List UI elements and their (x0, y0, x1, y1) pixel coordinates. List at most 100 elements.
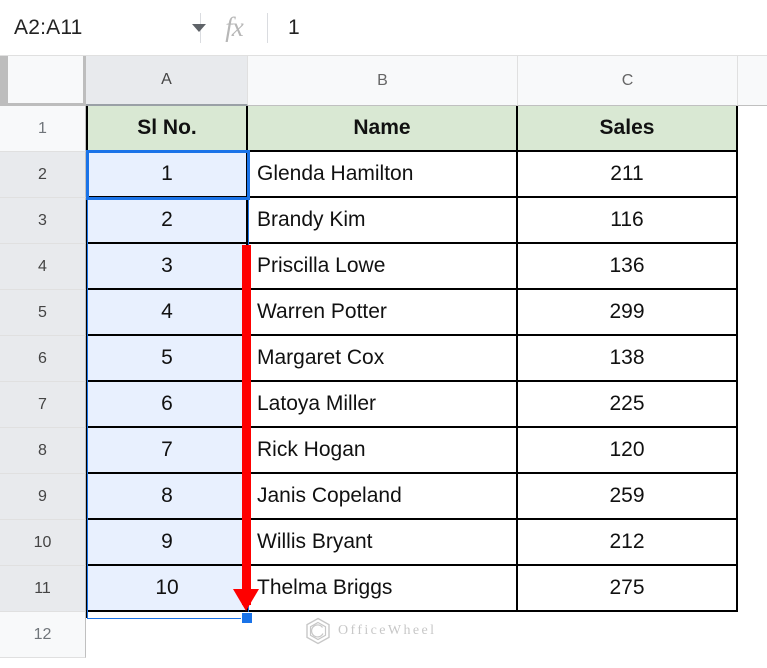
cell-c11-text: 275 (609, 576, 644, 600)
cell-a11[interactable]: 10 (88, 566, 248, 612)
column-header-c[interactable]: C (518, 56, 738, 106)
cell-a5[interactable]: 4 (88, 290, 248, 336)
cell-b6[interactable]: Margaret Cox (248, 336, 518, 382)
fill-handle[interactable] (241, 612, 253, 624)
row-header-4[interactable]: 4 (0, 244, 86, 290)
row-header-4-label: 4 (38, 258, 47, 276)
cell-c11[interactable]: 275 (518, 566, 738, 612)
cell-b5[interactable]: Warren Potter (248, 290, 518, 336)
cell-c2-text: 211 (610, 162, 643, 186)
row-header-12[interactable]: 12 (0, 612, 86, 658)
cell-a4-text: 3 (161, 254, 173, 278)
cell-b11[interactable]: Thelma Briggs (248, 566, 518, 612)
row-header-6[interactable]: 6 (0, 336, 86, 382)
cell-b2-text: Glenda Hamilton (257, 162, 413, 186)
row-header-5[interactable]: 5 (0, 290, 86, 336)
cell-a1[interactable]: Sl No. (88, 106, 248, 152)
row-header-9-label: 9 (38, 488, 47, 506)
cell-c6-text: 138 (609, 346, 644, 370)
cell-b9[interactable]: Janis Copeland (248, 474, 518, 520)
cell-a3[interactable]: 2 (88, 198, 248, 244)
cell-b2[interactable]: Glenda Hamilton (248, 152, 518, 198)
cell-b7[interactable]: Latoya Miller (248, 382, 518, 428)
cell-b10[interactable]: Willis Bryant (248, 520, 518, 566)
cell-b3[interactable]: Brandy Kim (248, 198, 518, 244)
cell-c3-text: 116 (610, 208, 643, 232)
row-header-9[interactable]: 9 (0, 474, 86, 520)
cell-b9-text: Janis Copeland (257, 484, 402, 508)
formula-input[interactable]: 1 (268, 16, 300, 40)
cell-b7-text: Latoya Miller (257, 392, 376, 416)
column-header-b[interactable]: B (248, 56, 518, 106)
cell-a7[interactable]: 6 (88, 382, 248, 428)
cell-a8[interactable]: 7 (88, 428, 248, 474)
cell-a6-text: 5 (161, 346, 173, 370)
cell-c5[interactable]: 299 (518, 290, 738, 336)
corner-shade (0, 56, 8, 106)
cell-c8-text: 120 (609, 438, 644, 462)
cell-b10-text: Willis Bryant (257, 530, 373, 554)
chevron-down-icon[interactable] (192, 24, 206, 32)
cell-a6[interactable]: 5 (88, 336, 248, 382)
fx-icon: fx (201, 0, 267, 56)
formula-bar: A2:A11 fx 1 (0, 0, 767, 56)
row-header-5-label: 5 (38, 304, 47, 322)
cell-a10-text: 9 (161, 530, 173, 554)
row-header-7[interactable]: 7 (0, 382, 86, 428)
cell-c9[interactable]: 259 (518, 474, 738, 520)
row-header-7-label: 7 (38, 396, 47, 414)
row-header-1[interactable]: 1 (0, 106, 86, 152)
cell-a2[interactable]: 1 (88, 152, 248, 198)
column-header-a[interactable]: A (86, 56, 248, 106)
officewheel-hex-logo (305, 617, 331, 645)
cell-b4-text: Priscilla Lowe (257, 254, 385, 278)
cell-c3[interactable]: 116 (518, 198, 738, 244)
row-header-12-label: 12 (34, 626, 52, 644)
cell-c2[interactable]: 211 (518, 152, 738, 198)
row-header-8[interactable]: 8 (0, 428, 86, 474)
cell-c1-text: Sales (600, 116, 655, 140)
row-header-8-label: 8 (38, 442, 47, 460)
cell-a1-text: Sl No. (137, 116, 197, 140)
cell-a11-text: 10 (155, 576, 178, 600)
cell-b8-text: Rick Hogan (257, 438, 366, 462)
column-header-d[interactable] (738, 56, 767, 106)
column-header-a-label: A (161, 71, 172, 89)
spreadsheet-app: A2:A11 fx 1 A B C 1 2 3 4 5 6 7 8 (0, 0, 767, 668)
cell-c4[interactable]: 136 (518, 244, 738, 290)
name-box[interactable]: A2:A11 (0, 0, 200, 56)
cell-a9[interactable]: 8 (88, 474, 248, 520)
cell-a5-text: 4 (161, 300, 173, 324)
cell-c6[interactable]: 138 (518, 336, 738, 382)
row-header-1-label: 1 (38, 120, 47, 138)
row-header-10-label: 10 (34, 534, 52, 552)
row-header-2[interactable]: 2 (0, 152, 86, 198)
watermark: OfficeWheel (305, 617, 436, 645)
cell-a2-text: 1 (161, 162, 173, 186)
cell-c9-text: 259 (609, 484, 644, 508)
cell-c4-text: 136 (609, 254, 644, 278)
row-header-10[interactable]: 10 (0, 520, 86, 566)
cell-c10[interactable]: 212 (518, 520, 738, 566)
row-header-11[interactable]: 11 (0, 566, 86, 612)
select-all-corner[interactable] (0, 56, 86, 106)
name-box-value: A2:A11 (14, 16, 83, 40)
cell-c7-text: 225 (609, 392, 644, 416)
row-header-3[interactable]: 3 (0, 198, 86, 244)
cell-b6-text: Margaret Cox (257, 346, 384, 370)
cell-a10[interactable]: 9 (88, 520, 248, 566)
cell-b5-text: Warren Potter (257, 300, 387, 324)
cell-b1[interactable]: Name (248, 106, 518, 152)
cell-c7[interactable]: 225 (518, 382, 738, 428)
cell-c8[interactable]: 120 (518, 428, 738, 474)
cell-b4[interactable]: Priscilla Lowe (248, 244, 518, 290)
cell-b1-text: Name (353, 116, 410, 140)
cell-c1[interactable]: Sales (518, 106, 738, 152)
cell-a4[interactable]: 3 (88, 244, 248, 290)
cell-a8-text: 7 (161, 438, 173, 462)
cell-b3-text: Brandy Kim (257, 208, 366, 232)
cell-b8[interactable]: Rick Hogan (248, 428, 518, 474)
row-header-11-label: 11 (34, 580, 51, 598)
cell-b11-text: Thelma Briggs (257, 576, 392, 600)
row-header-2-label: 2 (38, 166, 47, 184)
